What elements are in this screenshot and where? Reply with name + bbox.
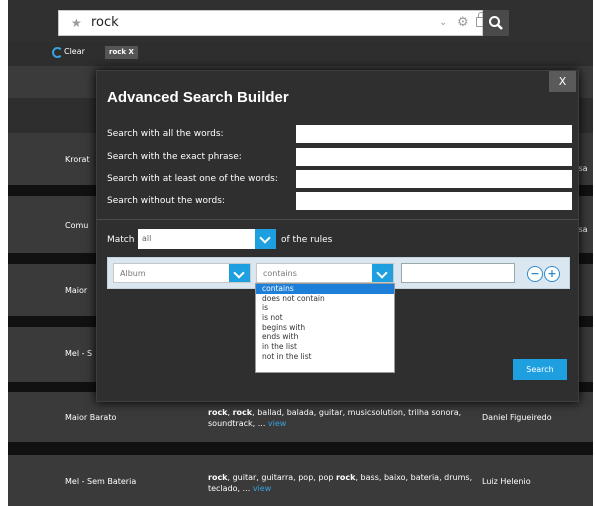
view-link[interactable]: view [250, 484, 271, 493]
operator-dropdown-list: contains does not contain is is not begi… [255, 283, 395, 373]
row-title: Krorat [65, 155, 90, 164]
rule-field-value: Album [120, 269, 146, 278]
row-artist: Daniel Figueiredo [482, 413, 552, 422]
row-description: rock, guitar, guitarra, pop, pop rock, b… [208, 473, 473, 493]
operator-option[interactable]: does not contain [256, 294, 394, 304]
add-rule-icon[interactable]: + [544, 266, 560, 282]
exact-phrase-input[interactable] [296, 148, 572, 166]
operator-option[interactable]: ends with [256, 332, 394, 342]
without-words-label: Search without the words: [107, 196, 225, 206]
operator-option[interactable]: not in the list [256, 352, 394, 362]
search-icon [489, 16, 503, 30]
row-title: Mel - S [65, 349, 93, 358]
chevron-down-icon[interactable] [229, 264, 250, 282]
chevron-down-icon[interactable] [255, 229, 276, 249]
row-title: Comu [65, 221, 89, 230]
row-artist: Luiz Helenio [482, 477, 531, 486]
operator-option[interactable]: is [256, 303, 394, 313]
rule-value-input[interactable] [401, 263, 515, 283]
without-words-input[interactable] [296, 192, 572, 210]
clear-button[interactable]: Clear [64, 47, 85, 56]
all-words-label: Search with all the words: [107, 129, 224, 139]
operator-option[interactable]: begins with [256, 323, 394, 333]
search-button[interactable] [483, 10, 509, 36]
match-value: all [142, 234, 152, 243]
advanced-search-dialog: X Advanced Search Builder Search with al… [96, 70, 579, 402]
rule-field-select[interactable]: Album [113, 263, 251, 283]
row-title: Mel - Sem Bateria [65, 477, 137, 486]
rule-operator-select[interactable]: contains [256, 263, 394, 283]
row-separator [8, 442, 593, 455]
search-submit-button[interactable]: Search [513, 359, 567, 380]
app-window: ★ rock ⌄ ⚙ Clear rock X Krorat o Cesa Co… [8, 0, 593, 506]
any-words-input[interactable] [296, 170, 572, 188]
chevron-down-icon[interactable]: ⌄ [439, 17, 447, 28]
any-words-label: Search with at least one of the words: [107, 174, 278, 184]
remove-rule-icon[interactable]: − [527, 266, 543, 282]
row-title: Maior Barato [65, 413, 117, 422]
gear-icon[interactable]: ⚙ [457, 15, 469, 30]
view-link[interactable]: view [265, 419, 286, 428]
all-words-input[interactable] [296, 125, 572, 143]
filter-chip[interactable]: rock X [105, 46, 138, 59]
search-box[interactable]: ★ rock ⌄ ⚙ [58, 10, 487, 36]
top-bar: ★ rock ⌄ ⚙ [8, 0, 593, 42]
operator-option[interactable]: contains [256, 284, 394, 294]
match-select[interactable]: all [138, 229, 276, 249]
star-icon[interactable]: ★ [71, 16, 82, 30]
chevron-down-icon[interactable] [372, 264, 393, 282]
rule-operator-value: contains [263, 269, 297, 278]
search-query[interactable]: rock [91, 15, 119, 30]
divider [97, 219, 578, 220]
operator-option[interactable]: is not [256, 313, 394, 323]
table-row[interactable]: Mel - Sem Bateria rock, guitar, guitarra… [8, 455, 593, 506]
row-title: Maior [65, 286, 88, 295]
match-label: Match [107, 235, 135, 245]
clear-icon[interactable] [52, 47, 63, 58]
filter-chip-row: Clear rock X [8, 44, 593, 62]
exact-phrase-label: Search with the exact phrase: [107, 152, 242, 162]
close-button[interactable]: X [549, 71, 576, 92]
rules-label: of the rules [281, 235, 333, 245]
dialog-title: Advanced Search Builder [107, 89, 289, 106]
row-description: rock, rock, ballad, balada, guitar, musi… [208, 408, 462, 428]
operator-option[interactable]: in the list [256, 342, 394, 352]
